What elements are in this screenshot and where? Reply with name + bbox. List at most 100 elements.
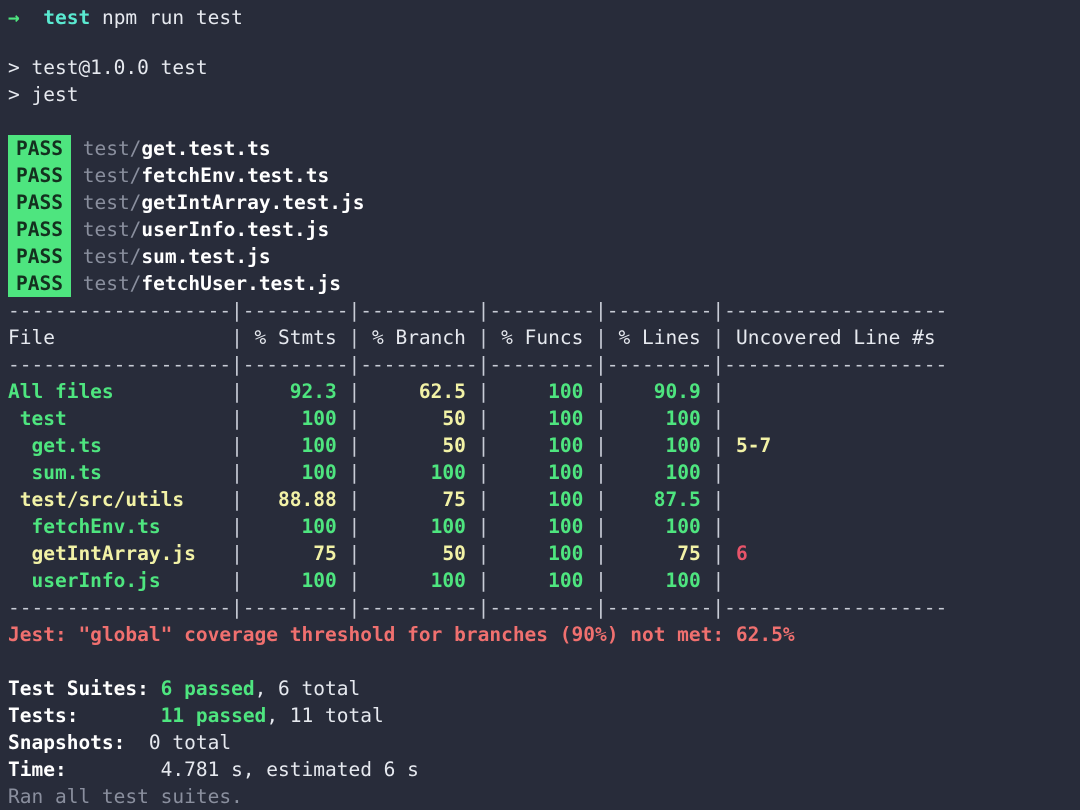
cell-file: userInfo.js xyxy=(8,569,232,592)
prompt-arrow-icon: → xyxy=(8,6,20,29)
column-header-3: % Funcs xyxy=(489,326,596,349)
terminal-window: → test npm run test > test@1.0.0 test > … xyxy=(0,0,1080,808)
suite-status-badge: PASS xyxy=(8,162,71,189)
column-divider: | xyxy=(595,515,607,538)
pad-c xyxy=(125,731,148,754)
table-row: test/src/utils | 88.88 | 75 | 100 | 87.5… xyxy=(0,486,1080,513)
test-suite-row: PASS test/sum.test.js xyxy=(0,243,1080,270)
suite-directory: test/ xyxy=(82,272,142,295)
cell-stmts: 75 xyxy=(242,542,349,565)
test-suite-row: PASS test/userInfo.test.js xyxy=(0,216,1080,243)
suite-file-name[interactable]: sum.test.js xyxy=(141,245,270,268)
cell-lines: 100 xyxy=(606,569,713,592)
cell-stmts: 100 xyxy=(242,569,349,592)
suite-file-name[interactable]: fetchEnv.test.ts xyxy=(141,164,329,187)
column-header-1: % Stmts xyxy=(242,326,349,349)
suite-status-badge: PASS xyxy=(8,216,71,243)
suite-status-badge: PASS xyxy=(8,270,71,297)
column-divider: | xyxy=(477,461,490,484)
table-separator-header: -------------------|---------|----------… xyxy=(0,351,1080,378)
summary-test-suites-label: Test Suites: xyxy=(8,677,149,700)
cell-uncovered: 5-7 xyxy=(724,434,772,457)
cell-stmts: 100 xyxy=(242,515,349,538)
pad-a xyxy=(149,677,161,700)
test-suite-row: PASS test/getIntArray.test.js xyxy=(0,189,1080,216)
prompt-command[interactable]: npm run test xyxy=(102,6,243,29)
cell-lines: 100 xyxy=(606,461,713,484)
suite-file-name[interactable]: fetchUser.test.js xyxy=(141,272,341,295)
suite-status-badge: PASS xyxy=(8,243,71,270)
column-divider: | xyxy=(348,407,361,430)
table-row: get.ts | 100 | 50 | 100 | 100 | 5-7 xyxy=(0,432,1080,459)
cell-file: test/src/utils xyxy=(8,488,232,511)
column-divider: | xyxy=(231,407,243,430)
column-divider: | xyxy=(348,461,361,484)
cell-branch: 50 xyxy=(360,434,478,457)
suite-directory: test/ xyxy=(82,137,142,160)
cell-file: fetchEnv.ts xyxy=(8,515,232,538)
suite-file-name[interactable]: userInfo.test.js xyxy=(141,218,329,241)
column-divider: | xyxy=(712,326,725,349)
column-divider: | xyxy=(477,407,490,430)
column-divider: | xyxy=(477,488,490,511)
column-divider: | xyxy=(348,326,361,349)
cell-file: getIntArray.js xyxy=(8,542,232,565)
cell-file: test xyxy=(8,407,232,430)
summary-test-suites-total: , 6 total xyxy=(254,677,361,700)
test-suite-row: PASS test/get.test.ts xyxy=(0,135,1080,162)
summary-time-label: Time: xyxy=(8,758,67,781)
column-divider: | xyxy=(477,569,490,592)
column-divider: | xyxy=(712,461,725,484)
cell-lines: 100 xyxy=(606,407,713,430)
prompt-gap xyxy=(20,6,43,29)
suite-directory: test/ xyxy=(82,245,142,268)
summary-snapshots: Snapshots: 0 total xyxy=(0,729,1080,756)
cell-stmts: 92.3 xyxy=(242,380,349,403)
column-divider: | xyxy=(595,326,607,349)
column-divider: | xyxy=(595,488,607,511)
column-divider: | xyxy=(595,380,607,403)
prompt-cwd: test xyxy=(43,6,91,29)
suite-file-name[interactable]: get.test.ts xyxy=(141,137,270,160)
table-row: sum.ts | 100 | 100 | 100 | 100 | xyxy=(0,459,1080,486)
suite-gap xyxy=(71,191,83,214)
cell-branch: 100 xyxy=(360,461,478,484)
column-divider: | xyxy=(595,569,607,592)
column-divider: | xyxy=(231,515,243,538)
cell-stmts: 100 xyxy=(242,434,349,457)
summary-snapshots-label: Snapshots: xyxy=(8,731,126,754)
cell-lines: 75 xyxy=(606,542,713,565)
column-divider: | xyxy=(712,569,725,592)
summary-time: Time: 4.781 s, estimated 6 s xyxy=(0,756,1080,783)
cell-stmts: 100 xyxy=(242,407,349,430)
column-divider: | xyxy=(231,569,243,592)
cell-lines: 100 xyxy=(606,515,713,538)
pad-b xyxy=(78,704,160,727)
table-header-row: File | % Stmts | % Branch | % Funcs | % … xyxy=(0,324,1080,351)
suite-directory: test/ xyxy=(82,218,142,241)
ran-all-suites-text: Ran all test suites. xyxy=(8,785,243,808)
cell-funcs: 100 xyxy=(489,488,596,511)
column-divider: | xyxy=(231,380,243,403)
column-divider: | xyxy=(595,542,607,565)
table-row: getIntArray.js | 75 | 50 | 100 | 75 | 6 xyxy=(0,540,1080,567)
suite-gap xyxy=(71,272,83,295)
suite-file-name[interactable]: getIntArray.test.js xyxy=(141,191,364,214)
column-divider: | xyxy=(348,515,361,538)
cell-stmts: 88.88 xyxy=(242,488,349,511)
suite-gap xyxy=(71,137,83,160)
column-header-5: Uncovered Line #s xyxy=(724,326,948,349)
cell-branch: 50 xyxy=(360,407,478,430)
shell-prompt-line: → test npm run test xyxy=(0,0,1080,29)
summary-tests: Tests: 11 passed, 11 total xyxy=(0,702,1080,729)
table-separator-bottom: -------------------|---------|----------… xyxy=(0,594,1080,621)
summary-test-suites: Test Suites: 6 passed, 6 total xyxy=(0,675,1080,702)
cell-file: All files xyxy=(8,380,232,403)
test-suite-row: PASS test/fetchEnv.test.ts xyxy=(0,162,1080,189)
column-divider: | xyxy=(595,434,607,457)
column-divider: | xyxy=(712,488,725,511)
cell-file: get.ts xyxy=(8,434,232,457)
